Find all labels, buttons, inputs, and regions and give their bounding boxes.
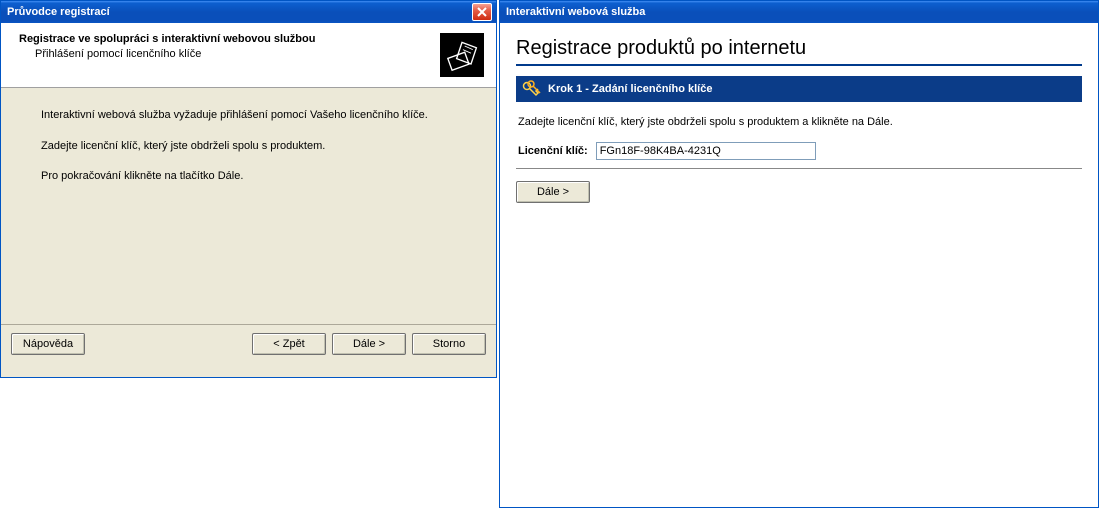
titlebar-text: Průvodce registrací	[5, 6, 472, 18]
section-rule	[516, 168, 1082, 169]
cancel-button[interactable]: Storno	[412, 333, 486, 355]
wizard-footer: Nápověda < Zpět Dále > Storno	[1, 324, 496, 363]
web-service-window: Interaktivní webová služba Registrace pr…	[499, 0, 1099, 508]
body-line-2: Zadejte licenční klíč, který jste obdrže…	[41, 137, 472, 156]
help-button[interactable]: Nápověda	[11, 333, 85, 355]
body-line-1: Interaktivní webová služba vyžaduje přih…	[41, 106, 472, 125]
body-line-3: Pro pokračování klikněte na tlačítko Dál…	[41, 167, 472, 186]
page-title: Registrace produktů po internetu	[516, 37, 1082, 60]
titlebar-text-right: Interaktivní webová služba	[504, 6, 1094, 18]
registration-icon	[440, 33, 484, 77]
wizard-dialog: Průvodce registrací Registrace ve spolup…	[0, 0, 497, 378]
close-icon[interactable]	[472, 3, 492, 21]
keys-icon	[522, 80, 542, 98]
titlebar-right[interactable]: Interaktivní webová služba	[500, 1, 1098, 23]
wizard-header-subtitle: Přihlášení pomocí licenčního klíče	[35, 48, 440, 60]
back-button[interactable]: < Zpět	[252, 333, 326, 355]
web-next-button[interactable]: Dále >	[516, 181, 590, 203]
license-input[interactable]	[596, 142, 816, 160]
titlebar-left[interactable]: Průvodce registrací	[1, 1, 496, 23]
title-rule	[516, 64, 1082, 66]
step-label: Krok 1 - Zadání licenčního klíče	[548, 83, 712, 95]
wizard-body: Interaktivní webová služba vyžaduje přih…	[1, 88, 496, 324]
license-row: Licenční klíč:	[518, 142, 1080, 160]
license-label: Licenční klíč:	[518, 145, 588, 157]
next-button[interactable]: Dále >	[332, 333, 406, 355]
wizard-header: Registrace ve spolupráci s interaktivní …	[1, 23, 496, 88]
instruction-text: Zadejte licenční klíč, který jste obdrže…	[518, 116, 1080, 128]
wizard-header-title: Registrace ve spolupráci s interaktivní …	[19, 33, 440, 45]
step-section: Zadejte licenční klíč, který jste obdrže…	[518, 116, 1080, 160]
step-header: Krok 1 - Zadání licenčního klíče	[516, 76, 1082, 102]
web-content: Registrace produktů po internetu Krok 1 …	[500, 23, 1098, 507]
